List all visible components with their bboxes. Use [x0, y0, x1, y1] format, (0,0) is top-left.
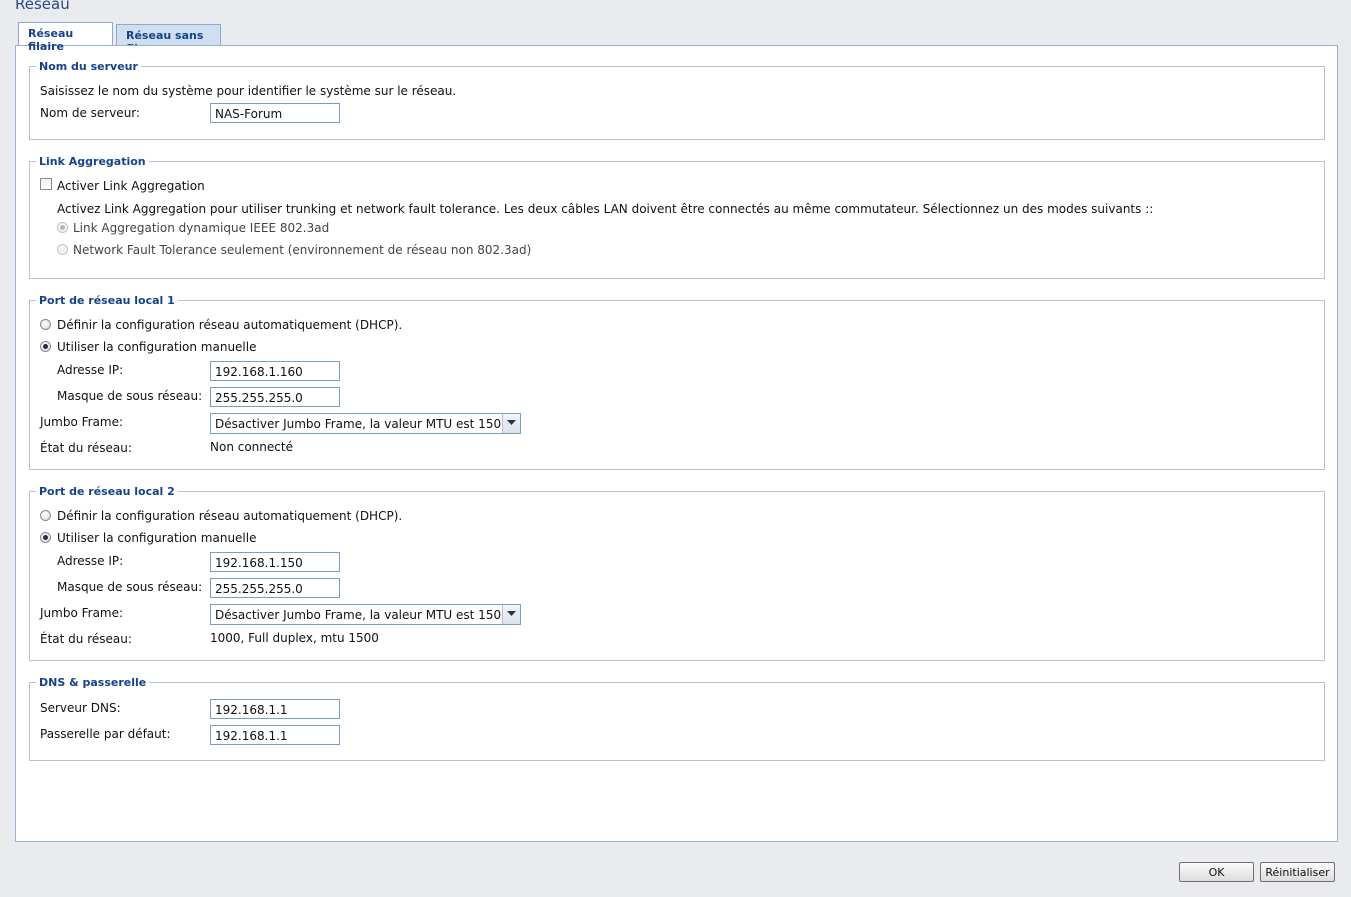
lan2-dhcp-radio[interactable] [40, 510, 51, 521]
link-aggregation-legend: Link Aggregation [39, 155, 146, 168]
default-gateway-input[interactable]: 192.168.1.1 [210, 725, 340, 745]
lan2-status-value: 1000, Full duplex, mtu 1500 [210, 631, 379, 645]
dns-server-label: Serveur DNS: [40, 701, 121, 715]
lan1-manual-label: Utiliser la configuration manuelle [57, 340, 257, 354]
tab-wireless-network[interactable]: Réseau sans fil [116, 24, 221, 55]
lan1-ip-input[interactable]: 192.168.1.160 [210, 361, 340, 381]
lan2-manual-label: Utiliser la configuration manuelle [57, 531, 257, 545]
link-aggregation-description: Activez Link Aggregation pour utiliser t… [57, 202, 1154, 216]
link-aggregation-section: Link Aggregation [29, 155, 1325, 279]
lan2-jumbo-label: Jumbo Frame: [40, 606, 124, 620]
lan2-manual-radio[interactable] [40, 532, 51, 543]
lan1-status-label: État du réseau: [40, 441, 132, 455]
dns-server-input[interactable]: 192.168.1.1 [210, 699, 340, 719]
mode-fault-tolerance-radio[interactable] [57, 244, 68, 255]
reset-button[interactable]: Réinitialiser [1260, 862, 1335, 882]
lan1-mask-label: Masque de sous réseau: [57, 389, 203, 403]
lan1-ip-label: Adresse IP: [57, 363, 124, 377]
chevron-down-icon[interactable] [502, 414, 520, 433]
lan2-status-label: État du réseau: [40, 632, 132, 646]
lan1-dhcp-radio[interactable] [40, 319, 51, 330]
page-title: Réseau [15, 0, 70, 13]
lan2-jumbo-value: Désactiver Jumbo Frame, la valeur MTU es… [215, 608, 509, 622]
mode-fault-tolerance-label: Network Fault Tolerance seulement (envir… [73, 243, 532, 257]
mode-ieee-8023ad-label: Link Aggregation dynamique IEEE 802.3ad [73, 221, 330, 235]
enable-link-aggregation-checkbox[interactable] [40, 178, 52, 190]
button-bar [0, 842, 1351, 897]
lan1-status-value: Non connecté [210, 440, 293, 454]
settings-panel: Nom du serveur Saisissez le nom du systè… [15, 45, 1338, 842]
lan2-mask-input[interactable]: 255.255.255.0 [210, 578, 340, 598]
ok-button[interactable]: OK [1179, 862, 1254, 882]
server-name-description: Saisissez le nom du système pour identif… [40, 84, 457, 98]
lan1-jumbo-label: Jumbo Frame: [40, 415, 124, 429]
tab-wired-network[interactable]: Réseau filaire [18, 22, 113, 53]
server-name-input[interactable]: NAS-Forum [210, 103, 340, 123]
mode-ieee-8023ad-radio[interactable] [57, 222, 68, 233]
lan1-legend: Port de réseau local 1 [39, 294, 175, 307]
lan1-jumbo-value: Désactiver Jumbo Frame, la valeur MTU es… [215, 417, 509, 431]
lan2-legend: Port de réseau local 2 [39, 485, 175, 498]
default-gateway-label: Passerelle par défaut: [40, 727, 171, 741]
server-name-section: Nom du serveur [29, 60, 1325, 140]
lan2-mask-label: Masque de sous réseau: [57, 580, 203, 594]
lan1-mask-input[interactable]: 255.255.255.0 [210, 387, 340, 407]
enable-link-aggregation-label: Activer Link Aggregation [57, 179, 205, 193]
lan2-ip-label: Adresse IP: [57, 554, 124, 568]
chevron-down-icon[interactable] [502, 605, 520, 624]
lan2-jumbo-select[interactable]: Désactiver Jumbo Frame, la valeur MTU es… [210, 604, 521, 625]
dns-legend: DNS & passerelle [39, 676, 147, 689]
lan1-jumbo-select[interactable]: Désactiver Jumbo Frame, la valeur MTU es… [210, 413, 521, 434]
lan2-dhcp-label: Définir la configuration réseau automati… [57, 509, 403, 523]
lan1-manual-radio[interactable] [40, 341, 51, 352]
window-edge [1346, 0, 1351, 897]
lan1-dhcp-label: Définir la configuration réseau automati… [57, 318, 403, 332]
server-name-legend: Nom du serveur [39, 60, 138, 73]
lan2-ip-input[interactable]: 192.168.1.150 [210, 552, 340, 572]
server-name-label: Nom de serveur: [40, 106, 141, 120]
